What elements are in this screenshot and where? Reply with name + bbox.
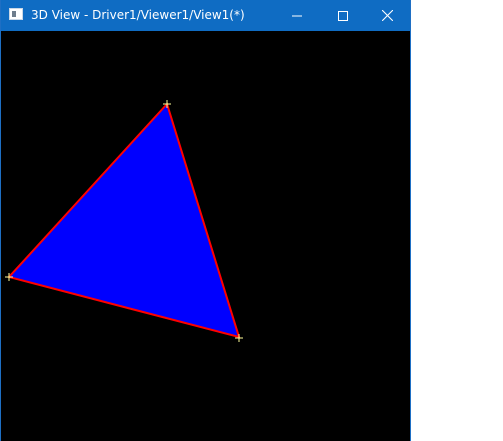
app-window-icon: [9, 8, 23, 20]
minimize-icon: [292, 15, 302, 16]
maximize-icon: [338, 10, 348, 21]
title-bar[interactable]: 3D View - Driver1/Viewer1/View1(*): [1, 0, 410, 31]
close-icon: [381, 10, 393, 21]
scene-canvas[interactable]: [1, 31, 410, 441]
maximize-button[interactable]: [320, 0, 366, 31]
close-button[interactable]: [364, 0, 410, 31]
3d-viewport[interactable]: [1, 31, 410, 441]
view-window: 3D View - Driver1/Viewer1/View1(*): [0, 0, 411, 441]
minimize-button[interactable]: [274, 0, 320, 31]
triangle-shape[interactable]: [7, 102, 241, 339]
window-title: 3D View - Driver1/Viewer1/View1(*): [31, 8, 245, 22]
